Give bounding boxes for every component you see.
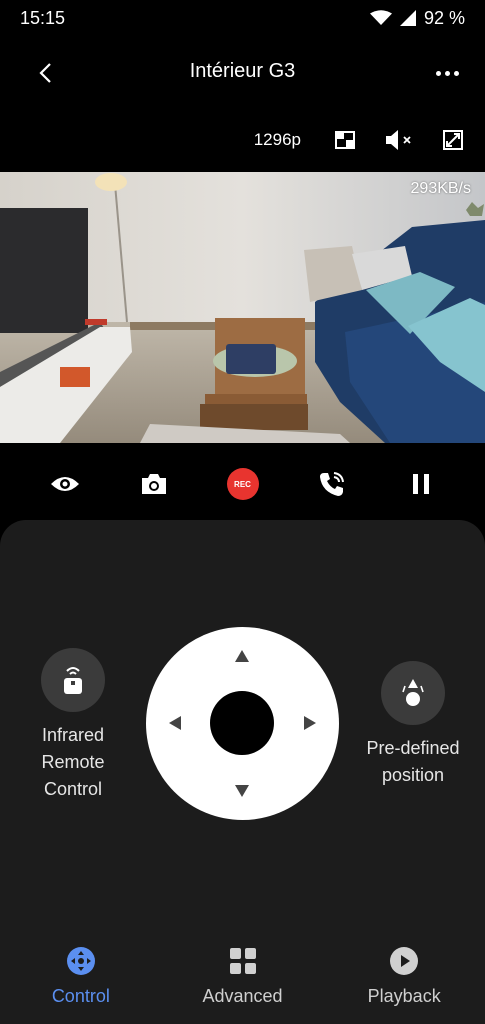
pause-icon [412,474,429,494]
back-button[interactable] [28,56,62,90]
resolution-selector[interactable]: 1296p [254,130,301,150]
preset-button[interactable] [381,661,445,725]
record-icon: REC [226,468,259,500]
arrow-right-icon [304,716,316,730]
infrared-button[interactable] [41,648,105,712]
picture-in-picture-button[interactable] [323,118,367,162]
fullscreen-button[interactable] [431,118,475,162]
play-circle-icon [390,947,419,975]
arrow-up-icon [235,650,249,662]
preset-label: Pre-defined position [366,738,460,785]
remote-control-icon [64,667,82,694]
arrow-left-icon [169,716,181,730]
record-button[interactable]: REC [218,459,268,509]
phone-call-icon [319,472,344,496]
more-dot [444,70,450,76]
nav-label-control: Control [51,986,110,1006]
picture-in-picture-icon [335,131,355,149]
view-toggle-button[interactable] [40,459,90,509]
battery-level: 92 % [423,7,465,28]
nav-label-playback: Playback [367,986,441,1006]
predefined-position[interactable]: Pre-defined position [348,661,478,789]
dpad-icon [66,947,95,975]
pan-left-button[interactable] [160,708,190,738]
nav-tab-playback[interactable]: Playback [323,940,485,1024]
nav-label-advanced: Advanced [202,986,283,1006]
ptz-direction-pad[interactable] [146,627,339,820]
camera-icon [141,474,166,494]
preset-position-icon [402,679,424,706]
snapshot-button[interactable] [129,459,179,509]
status-time: 15:15 [20,7,66,28]
chevron-left-icon [39,63,51,83]
bottom-nav: Control Advanced Playback [0,940,485,1024]
bitrate-indicator: 293KB/s [410,180,471,197]
more-options-button[interactable] [425,56,469,90]
pan-down-button[interactable] [227,776,257,806]
dpad-center [210,691,274,755]
control-nav-icon [66,946,96,976]
video-toolbar: 1296p [254,118,485,162]
status-bar: 15:15 92 % [0,0,485,36]
more-dot [453,70,459,76]
pan-up-button[interactable] [227,641,257,671]
nav-tab-control[interactable]: Control [0,940,162,1024]
status-icons: 92 % [369,7,465,29]
pan-right-button[interactable] [295,708,325,738]
wifi-icon [369,10,392,25]
nav-tab-advanced[interactable]: Advanced [162,940,324,1024]
arrow-down-icon [235,785,249,797]
grid-icon [229,948,256,974]
more-horizontal-icon [435,70,441,76]
infrared-remote-control[interactable]: Infrared Remote Control [20,648,126,803]
infrared-label: Infrared Remote Control [41,725,105,799]
speaker-muted-icon [386,130,411,150]
action-bar: REC [0,459,485,509]
cellular-signal-icon [399,10,416,26]
page-title: Intérieur G3 [189,60,296,82]
camera-video-feed[interactable]: 293KB/s [0,172,485,443]
header: Intérieur G3 [0,46,485,98]
pause-button[interactable] [396,459,446,509]
mute-button[interactable] [377,118,421,162]
eye-icon [50,477,79,491]
playback-nav-icon [389,946,419,976]
living-room-video-frame [0,172,485,443]
record-label: REC [234,479,251,489]
advanced-nav-icon [228,946,258,976]
talk-button[interactable] [307,459,357,509]
fullscreen-icon [443,130,463,150]
